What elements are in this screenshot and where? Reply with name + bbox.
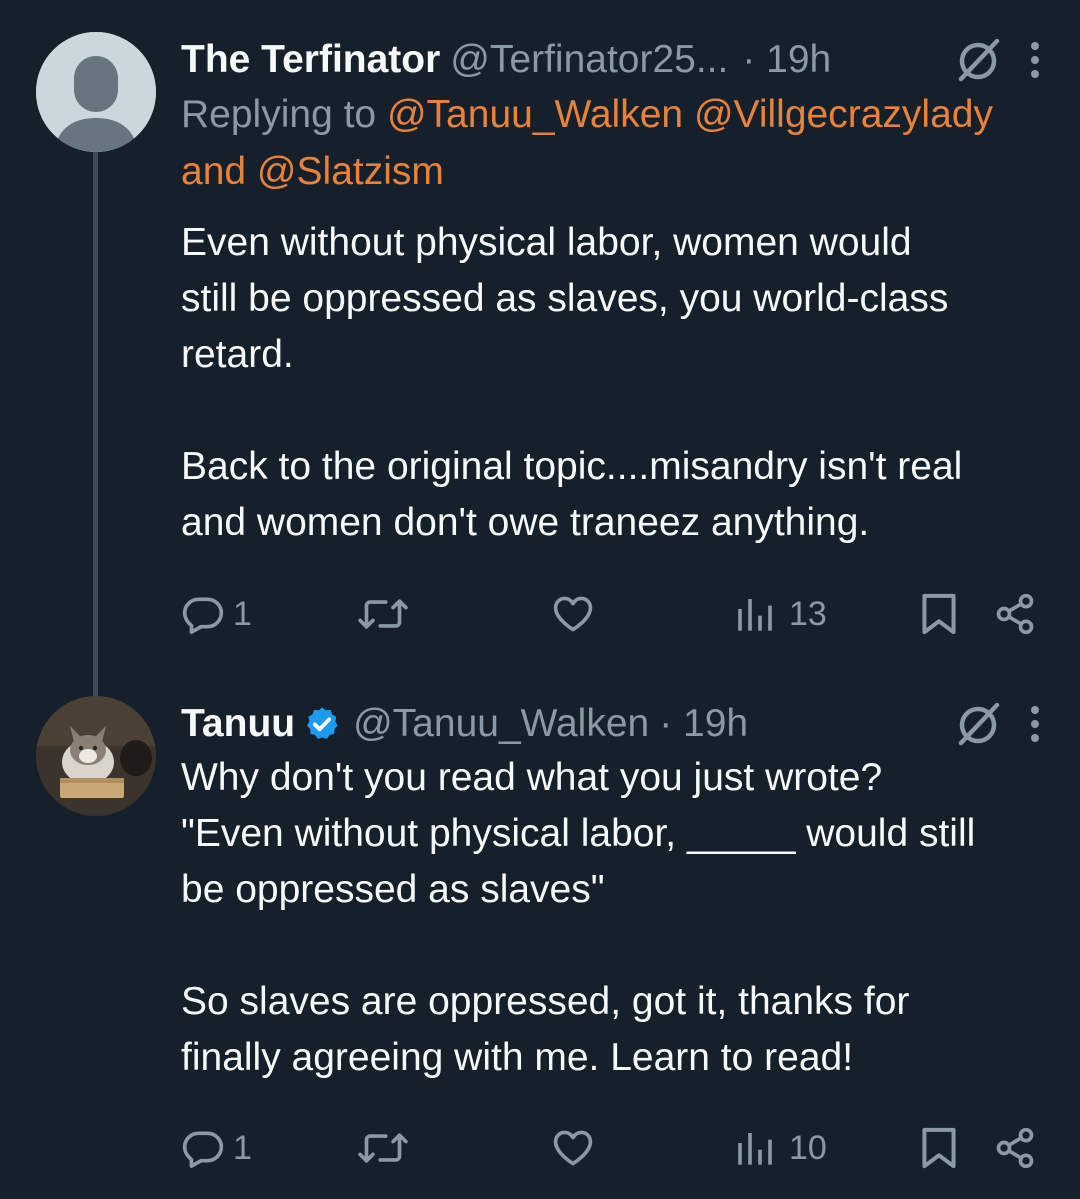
mention-link[interactable]: @Slatzism (257, 150, 444, 193)
tweet-text-line: Back to the original topic....misandry i… (181, 445, 963, 488)
share-icon (996, 593, 1034, 635)
repost-icon (358, 599, 408, 629)
bookmark-button[interactable] (919, 1118, 959, 1178)
views-count: 13 (789, 594, 827, 633)
repost-icon (358, 1133, 408, 1163)
tweet-text-line: and women don't owe traneez anything. (181, 501, 870, 544)
author-handle[interactable]: @Terfinator25... (450, 34, 728, 86)
mention-link[interactable]: @Tanuu_Walken (387, 93, 683, 136)
reply-icon (182, 1131, 224, 1168)
more-icon[interactable] (1029, 41, 1041, 79)
bookmark-icon (922, 593, 956, 635)
like-icon (553, 1130, 593, 1166)
author-handle[interactable]: @Tanuu_Walken (353, 698, 649, 750)
grok-icon[interactable] (953, 699, 1003, 749)
tweet-header: The Terfinator @Terfinator25... · 19h (181, 34, 1041, 86)
reply-count: 1 (233, 594, 252, 633)
mention-link[interactable]: @Villgecrazylady (694, 93, 993, 136)
views-button[interactable]: 10 (735, 1118, 827, 1178)
reply-count: 1 (233, 1128, 252, 1167)
bookmark-icon (922, 1127, 956, 1169)
share-button[interactable] (993, 1118, 1037, 1178)
avatar-default[interactable] (36, 32, 156, 152)
replying-to-label: Replying to (181, 93, 377, 136)
tweet-text-line: retard. (181, 333, 294, 376)
like-icon (553, 596, 593, 632)
tweet-text-line: finally agreeing with me. Learn to read! (181, 1036, 854, 1079)
tweet-text: Even without physical labor, women would… (181, 215, 1041, 551)
tweet-text-line: Even without physical labor, women would (181, 221, 912, 264)
author-name[interactable]: Tanuu (181, 698, 295, 750)
like-button[interactable] (551, 584, 603, 644)
action-bar: 1 10 (181, 1118, 1041, 1178)
timestamp[interactable]: · 19h (742, 34, 831, 86)
tweet-text-line: Why don't you read what you just wrote? (181, 756, 883, 799)
tweet-text-line: So slaves are oppressed, got it, thanks … (181, 980, 910, 1023)
timestamp[interactable]: · 19h (659, 698, 748, 750)
tweet-text-line: be oppressed as slaves" (181, 868, 605, 911)
more-icon[interactable] (1029, 705, 1041, 743)
mention-joiner[interactable]: and (181, 150, 246, 193)
avatar-cat[interactable] (36, 696, 156, 816)
thread-connector-line (93, 152, 98, 698)
reply-icon (182, 597, 224, 634)
tweet-text: Why don't you read what you just wrote? … (181, 750, 1041, 1086)
views-count: 10 (789, 1128, 827, 1167)
author-name[interactable]: The Terfinator (181, 34, 440, 86)
views-button[interactable]: 13 (735, 584, 827, 644)
tweet-header: Tanuu @Tanuu_Walken · 19h (181, 698, 1041, 750)
like-button[interactable] (551, 1118, 603, 1178)
views-icon (738, 1133, 772, 1165)
action-bar: 1 13 (181, 584, 1041, 644)
reply-button[interactable]: 1 (181, 584, 252, 644)
reply-button[interactable]: 1 (181, 1118, 252, 1178)
bookmark-button[interactable] (919, 584, 959, 644)
verified-badge-icon[interactable] (303, 705, 341, 743)
tweet-text-line: "Even without physical labor, _____ woul… (181, 812, 976, 855)
repost-button[interactable] (357, 584, 417, 644)
cat-avatar-icon (36, 696, 156, 816)
repost-button[interactable] (357, 1118, 417, 1178)
share-icon (996, 1127, 1034, 1169)
grok-icon[interactable] (953, 35, 1003, 85)
tweet-text-line: still be oppressed as slaves, you world-… (181, 277, 949, 320)
default-avatar-icon (36, 32, 156, 152)
replying-to: Replying to @Tanuu_Walken @Villgecrazyla… (181, 86, 1041, 200)
views-icon (738, 599, 772, 631)
share-button[interactable] (993, 584, 1037, 644)
